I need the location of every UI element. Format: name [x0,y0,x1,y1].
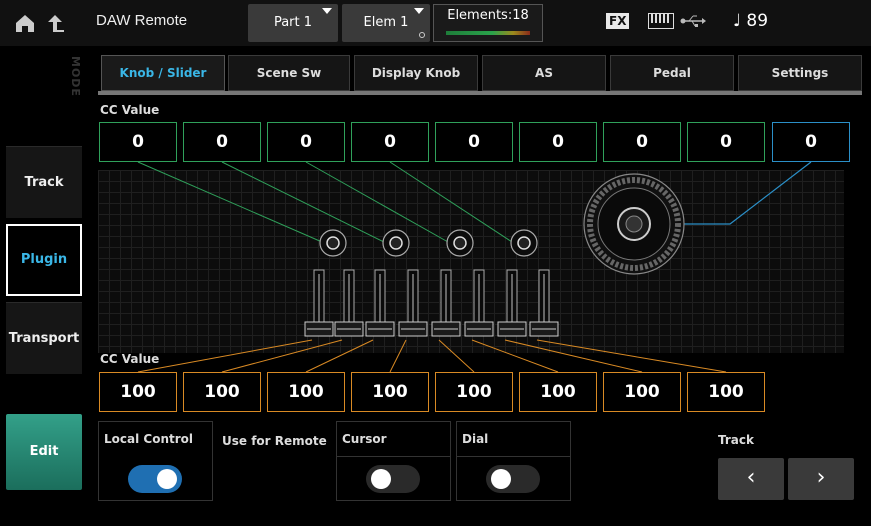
slider-cc-value-1[interactable]: 100 [99,372,177,412]
tab-pedal[interactable]: Pedal [610,55,734,91]
local-control-toggle[interactable] [128,465,182,493]
track-label: Track [718,433,754,447]
element-select-label: Elem 1 [363,15,409,30]
divider [336,456,451,457]
keyboard-icon [648,13,674,29]
knob-cc-value-6[interactable]: 0 [519,122,597,162]
cursor-toggle[interactable] [366,465,420,493]
slider-cc-value-6[interactable]: 100 [519,372,597,412]
tab-knob-slider[interactable]: Knob / Slider [101,55,225,91]
toggle-knob [157,469,177,489]
fx-badge: FX [606,13,630,29]
sidebar-item-transport[interactable]: Transport [6,302,82,374]
knob-cc-value-8[interactable]: 0 [687,122,765,162]
elements-count-label: Elements:18 [447,8,529,23]
tab-settings[interactable]: Settings [738,55,862,91]
tab-label: Settings [771,66,829,80]
part-select-label: Part 1 [273,15,313,30]
elements-counter[interactable]: Elements:18 [433,4,543,42]
home-icon[interactable] [14,12,36,34]
toggle-knob [371,469,391,489]
tempo-display[interactable]: ♩ 89 [733,11,768,31]
part-select-button[interactable]: Part 1 [248,4,338,42]
toggle-knob [491,469,511,489]
edit-button-label: Edit [29,444,59,459]
app-title: DAW Remote [96,12,188,29]
tab-scene-sw[interactable]: Scene Sw [228,55,350,91]
usb-icon [680,15,706,27]
knob-cc-value-3[interactable]: 0 [267,122,345,162]
slider-cc-value-8[interactable]: 100 [687,372,765,412]
dropdown-triangle-icon [322,8,332,14]
sidebar-item-label: Track [24,175,64,190]
knob-cc-value-1[interactable]: 0 [99,122,177,162]
tab-as[interactable]: AS [482,55,606,91]
edit-button[interactable]: Edit [6,414,82,490]
controller-diagram-area [98,170,844,353]
dropdown-triangle-icon [414,8,424,14]
tab-display-knob[interactable]: Display Knob [354,55,478,91]
level-meter [446,31,530,35]
chevron-left-icon: ‹ [746,465,756,490]
knob-cc-value-5[interactable]: 0 [435,122,513,162]
dial-cc-value[interactable]: 0 [772,122,850,162]
sidebar-item-plugin[interactable]: Plugin [6,224,82,296]
slider-cc-value-2[interactable]: 100 [183,372,261,412]
divider [456,456,571,457]
knob-cc-value-7[interactable]: 0 [603,122,681,162]
tab-label: Knob / Slider [119,66,207,80]
sidebar-item-track[interactable]: Track [6,146,82,218]
knob-cc-value-2[interactable]: 0 [183,122,261,162]
tab-label: Pedal [653,66,691,80]
element-select-button[interactable]: Elem 1 [342,4,430,42]
tab-label: AS [535,66,553,80]
back-up-arrow-icon[interactable] [44,12,66,34]
mode-label: MODE [69,56,82,97]
track-prev-button[interactable]: ‹ [718,458,784,500]
slider-cc-value-3[interactable]: 100 [267,372,345,412]
tab-bar: Knob / Slider Scene Sw Display Knob AS P… [98,55,862,95]
knob-cc-value-label: CC Value [100,103,160,117]
knob-cc-value-4[interactable]: 0 [351,122,429,162]
slider-cc-value-5[interactable]: 100 [435,372,513,412]
sidebar-item-label: Transport [8,331,80,346]
slider-cc-value-label: CC Value [100,352,160,366]
slider-cc-value-4[interactable]: 100 [351,372,429,412]
track-next-button[interactable]: › [788,458,854,500]
use-for-remote-label: Use for Remote [222,434,327,448]
dial-toggle[interactable] [486,465,540,493]
local-control-label: Local Control [104,432,193,446]
tab-underline [98,91,862,95]
sidebar-item-label: Plugin [20,252,68,267]
element-indicator-icon [419,32,425,38]
cursor-label: Cursor [342,432,387,446]
top-bar: DAW Remote Part 1 Elem 1 Elements:18 FX … [0,0,871,46]
dial-label: Dial [462,432,489,446]
tab-label: Scene Sw [256,66,322,80]
slider-cc-value-7[interactable]: 100 [603,372,681,412]
tab-label: Display Knob [371,66,461,80]
chevron-right-icon: › [816,465,826,490]
